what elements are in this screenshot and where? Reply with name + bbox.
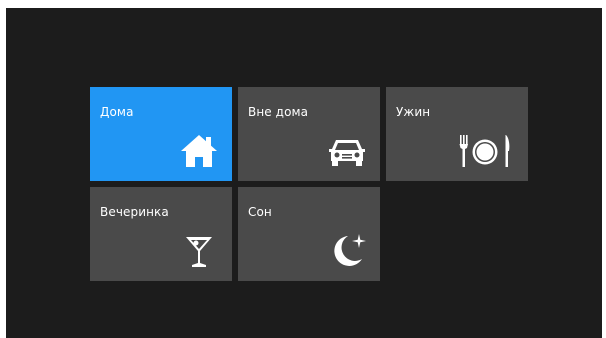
car-icon [326, 129, 368, 171]
scene-tile-party[interactable]: Вечеринка [90, 187, 232, 281]
scene-selector-screen: Дома Вне дома Ужин Вечеринка Сон [6, 8, 602, 338]
cocktail-icon [178, 229, 220, 271]
moon-icon [326, 229, 368, 271]
scene-label: Дома [100, 105, 134, 119]
scene-tile-sleep[interactable]: Сон [238, 187, 380, 281]
scene-label: Сон [248, 205, 272, 219]
home-icon [178, 129, 220, 171]
scene-grid: Дома Вне дома Ужин Вечеринка Сон [90, 87, 542, 283]
scene-label: Вне дома [248, 105, 309, 119]
scene-tile-home[interactable]: Дома [90, 87, 232, 181]
scene-tile-away[interactable]: Вне дома [238, 87, 380, 181]
scene-label: Ужин [396, 105, 431, 119]
scene-label: Вечеринка [100, 205, 169, 219]
dinner-icon [456, 129, 516, 171]
scene-tile-dinner[interactable]: Ужин [386, 87, 528, 181]
